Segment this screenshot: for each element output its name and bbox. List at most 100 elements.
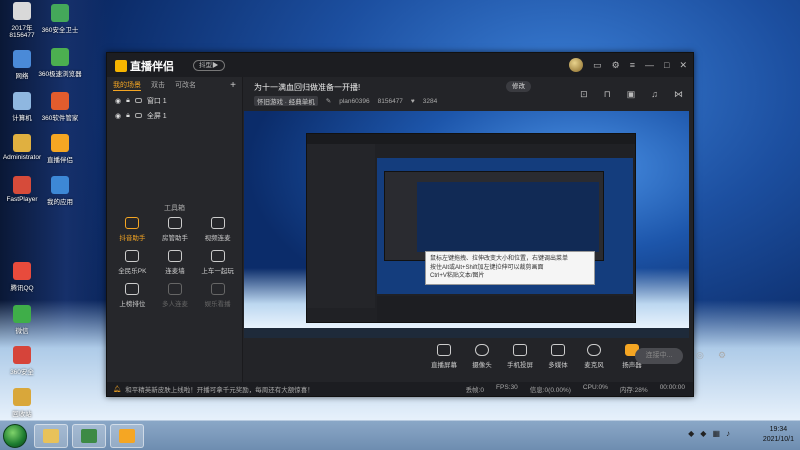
qq-icon [13,262,31,280]
app-icon [13,92,31,110]
volume-icon[interactable]: ♪ [726,429,730,438]
tool-play-together[interactable]: 上车一起玩 [196,250,239,275]
camera-button[interactable]: 摄像头 [462,344,502,369]
media-icon [551,344,565,356]
pk-icon [125,250,140,262]
clock-date: 2021/10/1 [762,436,794,443]
layout-icon[interactable]: ▣ [627,89,636,100]
phone-cast-button[interactable]: 手机投屏 [500,344,540,369]
app-icon [51,134,69,152]
media-button[interactable]: 多媒体 [538,344,578,369]
eye-icon[interactable]: ◉ [115,97,121,105]
scene-tabs: 我的场景 双击 可改名 + [107,77,242,93]
desktop-icon[interactable]: 回收站 [0,388,44,418]
desktop-icon[interactable]: 微信 [0,305,44,335]
monitor-icon [134,113,142,118]
clock[interactable]: 19:34 2021/10/1 [763,425,794,445]
header-tools: ⊡ ⊓ ▣ ♫ ⋈ [580,89,683,100]
app-icon [13,134,31,152]
desktop-icon[interactable]: 360安全卫士 [38,4,82,34]
admin-icon [167,217,182,229]
taskbar-app[interactable] [72,424,106,448]
record-icon[interactable]: ⊡ [580,89,588,100]
desktop-icon[interactable]: 直播伴侣 [38,134,82,164]
desktop-icon[interactable]: 腾讯QQ [0,262,44,292]
settings-icon[interactable]: ⚙ [612,60,620,71]
lock-icon[interactable]: 🔒︎ [126,97,130,105]
user-name: plan60396 [339,97,370,105]
app-icon [51,4,69,22]
start-button[interactable] [3,424,27,448]
avatar[interactable] [569,58,584,72]
tray-icon[interactable]: ◆ [688,429,694,438]
stat-info: 信息:0(0.00%) [529,387,571,394]
message-icon[interactable]: ▭ [593,60,602,71]
tool-douyin-helper[interactable]: 抖音助手 [111,217,154,242]
tool-pk[interactable]: 全民乐PK [111,250,154,275]
gear-icon[interactable]: ⚙ [718,350,726,361]
toolbox-title: 工具箱 [164,205,185,212]
scene-item[interactable]: ◉ 🔒︎ 窗口 1 [107,93,242,108]
toolbox-grid: 抖音助手 房管助手 视频连麦 全民乐PK 连麦墙 上车一起玩 上榜排位 多人连麦… [111,217,239,308]
live-companion-icon [119,429,135,443]
source-controls: 直播屏幕 摄像头 手机投屏 多媒体 麦克风 扬声器 ▶ ◎ ⚙ 连接中... [244,338,726,376]
network-icon[interactable]: ▦ [712,429,720,438]
tool-video-link[interactable]: 视频连麦 [196,217,239,242]
desktop-icon[interactable]: 我的应用 [38,176,82,206]
tool-multi-link[interactable]: 多人连麦 [154,283,197,308]
tool-ranking[interactable]: 上榜排位 [111,283,154,308]
logo-icon [115,60,127,72]
tab-rename[interactable]: 可改名 [175,80,196,90]
notice-banner[interactable]: 🔔︎ 和平精英新皮肤上线啦！开播可拿千元奖励，每周还有大额惊喜！ [113,384,314,394]
recycle-bin-icon [13,388,31,406]
system-tray: ◆ ◆ ▦ ♪ [688,429,730,438]
close-icon[interactable]: ✕ [679,60,687,71]
mic-button[interactable]: 麦克风 [574,344,614,369]
wechat-icon [13,305,31,323]
app-icon [13,346,31,364]
download-icon [210,283,225,295]
tab-double-click[interactable]: 双击 [151,80,165,90]
edit-title-button[interactable]: 修改 [506,81,531,92]
menu-icon[interactable]: ≡ [630,60,635,70]
desktop-icon[interactable]: 360极速浏览器 [38,48,82,78]
nested-preview-inner [417,182,599,252]
screen-icon [437,344,451,356]
version-badge[interactable]: 抖型▶ [193,60,225,71]
beauty-icon[interactable]: ◎ [696,350,704,361]
minimize-icon[interactable]: — [645,60,654,70]
notification-icon[interactable]: ♫ [651,89,658,100]
left-panel: 我的场景 双击 可改名 + ◉ 🔒︎ 窗口 1 ◉ 🔒︎ 全屏 1 工具箱 抖音助手 房… [107,77,243,384]
stream-stats: 丢帧:0 FPS:30 信息:0(0.00%) CPU:0% 内存:28% 00… [466,384,685,394]
desktop-icon[interactable]: 360软件管家 [38,92,82,122]
app-logo: 直播伴侣 [115,58,174,74]
app-icon [13,2,31,20]
eye-icon[interactable]: ◉ [115,112,121,120]
start-live-button[interactable]: 连接中... [635,348,683,364]
tray-icon[interactable]: ◆ [700,429,706,438]
maximize-icon[interactable]: □ [664,60,669,70]
tool-watch[interactable]: 娱乐看播 [196,283,239,308]
stream-preview[interactable] [244,111,689,338]
preview-taskbar [244,328,689,338]
stream-title: 为十一满血回归做准备一开播! [254,83,361,92]
add-scene-button[interactable]: + [230,80,236,91]
unlock-icon[interactable]: ⊓ [604,89,611,100]
taskbar-live-companion[interactable] [110,424,144,448]
scene-item[interactable]: ◉ 🔒︎ 全屏 1 [107,108,242,123]
edit-icon[interactable]: ✎ [326,97,331,105]
share-icon[interactable]: ⋈ [674,89,683,100]
lock-icon[interactable]: 🔒︎ [126,112,130,120]
status-bar: 🔔︎ 和平精英新皮肤上线啦！开播可拿千元奖励，每周还有大额惊喜！ 丢帧:0 FPS… [107,382,693,396]
category-tag[interactable]: 怀旧游戏 · 经典单机 [254,96,318,106]
live-screen-button[interactable]: 直播屏幕 [424,344,464,369]
nested-window-inner [384,171,604,261]
stat-fps: FPS:30 [496,384,518,391]
desktop-icon[interactable]: 360安全 [0,346,44,376]
live-companion-window: 直播伴侣 抖型▶ ▭ ⚙ ≡ — □ ✕ 我的场景 双击 可改名 + ◉ 🔒︎ 窗口… [106,52,726,397]
tool-link-wall[interactable]: 连麦墙 [154,250,197,275]
tool-room-admin[interactable]: 房管助手 [154,217,197,242]
phone-cast-icon [513,344,527,356]
tab-my-scene[interactable]: 我的场景 [113,80,141,91]
taskbar-explorer[interactable] [34,424,68,448]
